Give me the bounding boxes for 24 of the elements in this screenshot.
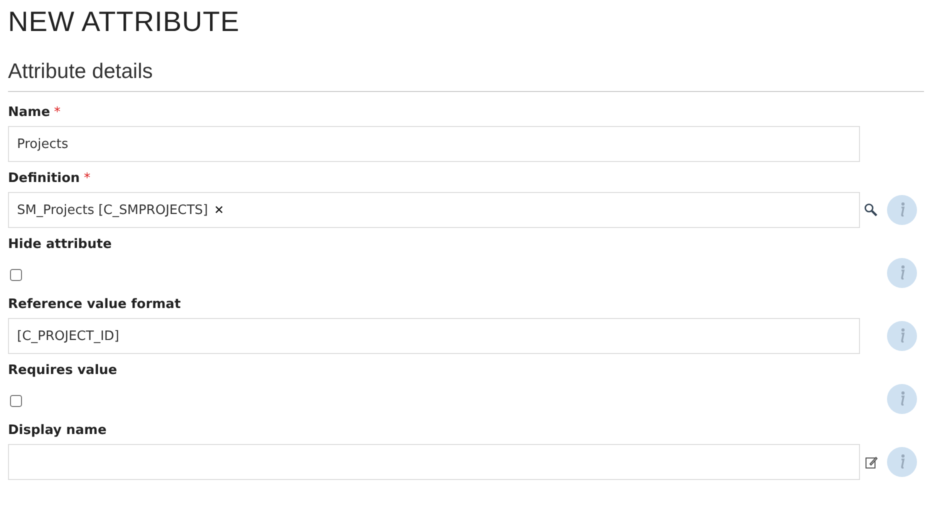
required-mark: * bbox=[84, 170, 90, 188]
field-label: Display name bbox=[8, 422, 107, 440]
field-label: Requires value bbox=[8, 362, 118, 380]
page-title: NEW ATTRIBUTE bbox=[8, 5, 241, 39]
lookup-field[interactable]: SM_Projects [C_SMPROJECTS] ✕ bbox=[8, 192, 860, 228]
edit-icon[interactable] bbox=[865, 456, 878, 468]
search-icon[interactable] bbox=[864, 203, 878, 217]
info-icon[interactable] bbox=[887, 321, 917, 351]
section-heading: Attribute details bbox=[8, 58, 924, 92]
clear-button[interactable]: ✕ bbox=[214, 203, 224, 217]
text-field[interactable]: [C_PROJECT_ID] bbox=[8, 318, 860, 354]
field-label: Hide attribute bbox=[8, 236, 112, 254]
checkbox[interactable] bbox=[10, 269, 22, 281]
field-label: Name bbox=[8, 104, 50, 122]
info-icon[interactable] bbox=[887, 447, 917, 477]
text-field[interactable]: Projects bbox=[8, 126, 860, 162]
info-icon[interactable] bbox=[887, 258, 917, 288]
field-label: Definition bbox=[8, 170, 80, 188]
checkbox[interactable] bbox=[10, 395, 22, 407]
info-icon[interactable] bbox=[887, 195, 917, 225]
text-field[interactable] bbox=[8, 444, 860, 480]
required-mark: * bbox=[54, 104, 61, 122]
info-icon[interactable] bbox=[887, 384, 917, 414]
field-label: Reference value format bbox=[8, 296, 181, 314]
